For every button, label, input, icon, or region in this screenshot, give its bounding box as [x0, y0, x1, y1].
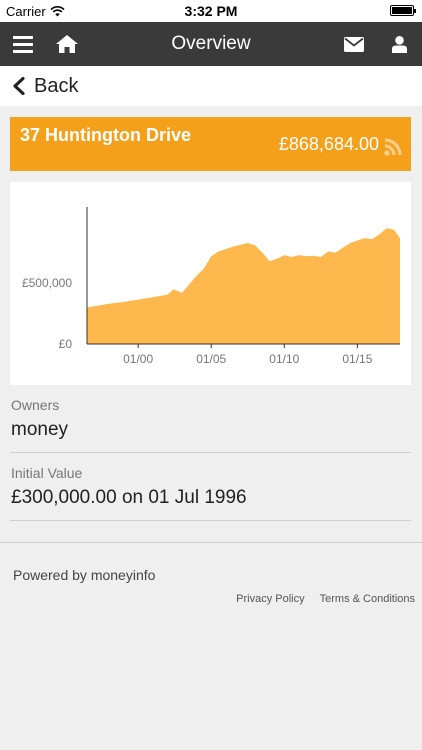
- x-tick-label: 01/15: [342, 352, 372, 366]
- privacy-policy-link[interactable]: Privacy Policy: [236, 593, 304, 605]
- rss-icon[interactable]: [384, 138, 402, 156]
- value-area-series: [87, 228, 400, 344]
- value-chart: £0 £500,000 01/00 01/05 01/10 01/15: [10, 182, 411, 385]
- footer-links: Privacy Policy Terms & Conditions: [236, 593, 415, 605]
- status-bar: Carrier 3:32 PM: [0, 0, 422, 22]
- divider: [10, 452, 411, 453]
- y-tick-label: £0: [59, 337, 73, 351]
- property-header: 37 Huntington Drive £868,684.00: [10, 117, 411, 171]
- y-tick-label: £500,000: [22, 276, 72, 290]
- initial-value-value: £300,000.00 on 01 Jul 1996: [11, 487, 247, 508]
- x-tick-label: 01/05: [196, 352, 226, 366]
- footer-divider: [0, 542, 422, 543]
- owners-value: money: [11, 419, 69, 440]
- status-time: 3:32 PM: [184, 3, 238, 19]
- chevron-left-icon: [13, 77, 25, 95]
- value-chart-svg: £0 £500,000 01/00 01/05 01/10 01/15: [22, 207, 400, 366]
- user-button[interactable]: [379, 22, 419, 66]
- property-value: £868,684.00: [278, 134, 379, 154]
- user-icon: [391, 35, 407, 53]
- owners-label: Owners: [11, 397, 60, 413]
- back-button[interactable]: Back: [0, 66, 422, 106]
- x-tick-label: 01/10: [269, 352, 299, 366]
- initial-value-label: Initial Value: [11, 465, 83, 481]
- powered-by: Powered by moneyinfo: [13, 567, 156, 583]
- x-tick-label: 01/00: [123, 352, 153, 366]
- battery-icon: [390, 5, 416, 16]
- mail-icon: [344, 36, 364, 52]
- mail-button[interactable]: [334, 22, 374, 66]
- back-label: Back: [34, 74, 79, 97]
- divider: [10, 520, 411, 521]
- property-name: 37 Huntington Drive: [20, 125, 192, 145]
- top-navbar: Overview: [0, 22, 422, 66]
- terms-conditions-link[interactable]: Terms & Conditions: [320, 593, 415, 605]
